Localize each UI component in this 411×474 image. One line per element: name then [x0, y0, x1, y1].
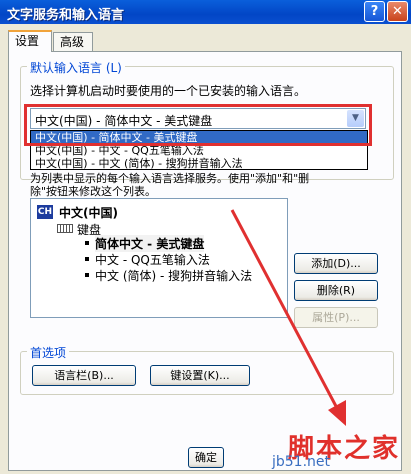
bullet-icon [85, 273, 89, 277]
installed-services-description-2: 除"按钮来修改这个列表。 [30, 185, 157, 198]
close-button[interactable]: ✕ [387, 1, 408, 22]
dropdown-option[interactable]: 中文(中国) - 中文 (简体) - 搜狗拼音输入法 [31, 157, 367, 170]
chevron-down-icon[interactable]: ▼ [347, 110, 364, 127]
language-badge-icon: CH [37, 205, 53, 219]
dropdown-option[interactable]: 中文(中国) - 中文 - QQ五笔输入法 [31, 144, 367, 157]
bullet-icon [85, 241, 89, 245]
tab-settings[interactable]: 设置 [8, 30, 52, 52]
remove-button[interactable]: 删除(R) [294, 280, 378, 301]
help-button[interactable]: ? [364, 1, 385, 22]
tree-service[interactable]: 简体中文 - 美式键盘 [95, 235, 205, 252]
default-language-select[interactable]: 中文(中国) - 简体中文 - 美式键盘 ▼ [30, 108, 366, 129]
properties-button[interactable]: 属性(P)... [294, 307, 378, 328]
add-button[interactable]: 添加(D)... [294, 253, 378, 274]
dropdown-option[interactable]: 中文(中国) - 简体中文 - 美式键盘 [31, 131, 367, 144]
window-title: 文字服务和输入语言 [7, 8, 125, 23]
default-language-value: 中文(中国) - 简体中文 - 美式键盘 [35, 114, 213, 128]
tab-advanced[interactable]: 高级 [53, 32, 93, 51]
tree-service[interactable]: 中文 - QQ五笔输入法 [95, 251, 210, 268]
default-language-description: 选择计算机启动时要使用的一个已安装的输入语言。 [30, 84, 307, 98]
tree-service[interactable]: 中文 (简体) - 搜狗拼音输入法 [95, 267, 252, 284]
installed-services-tree[interactable]: CH 中文(中国) 键盘 简体中文 - 美式键盘 中文 - QQ五笔输入法 中文… [30, 198, 288, 318]
preferences-label: 首选项 [27, 344, 70, 361]
key-settings-button[interactable]: 键设置(K)... [150, 365, 250, 386]
title-bar: 文字服务和输入语言 ? ✕ [0, 0, 411, 24]
language-bar-button[interactable]: 语言栏(B)... [32, 365, 136, 386]
tree-language[interactable]: 中文(中国) [59, 204, 118, 221]
default-language-dropdown: 中文(中国) - 简体中文 - 美式键盘 中文(中国) - 中文 - QQ五笔输… [30, 130, 368, 170]
keyboard-icon [57, 224, 73, 233]
ok-button[interactable]: 确定 [188, 447, 224, 468]
default-language-label: 默认输入语言 (L) [27, 59, 125, 76]
bullet-icon [85, 257, 89, 261]
watermark-url: jb51.net [272, 454, 331, 470]
